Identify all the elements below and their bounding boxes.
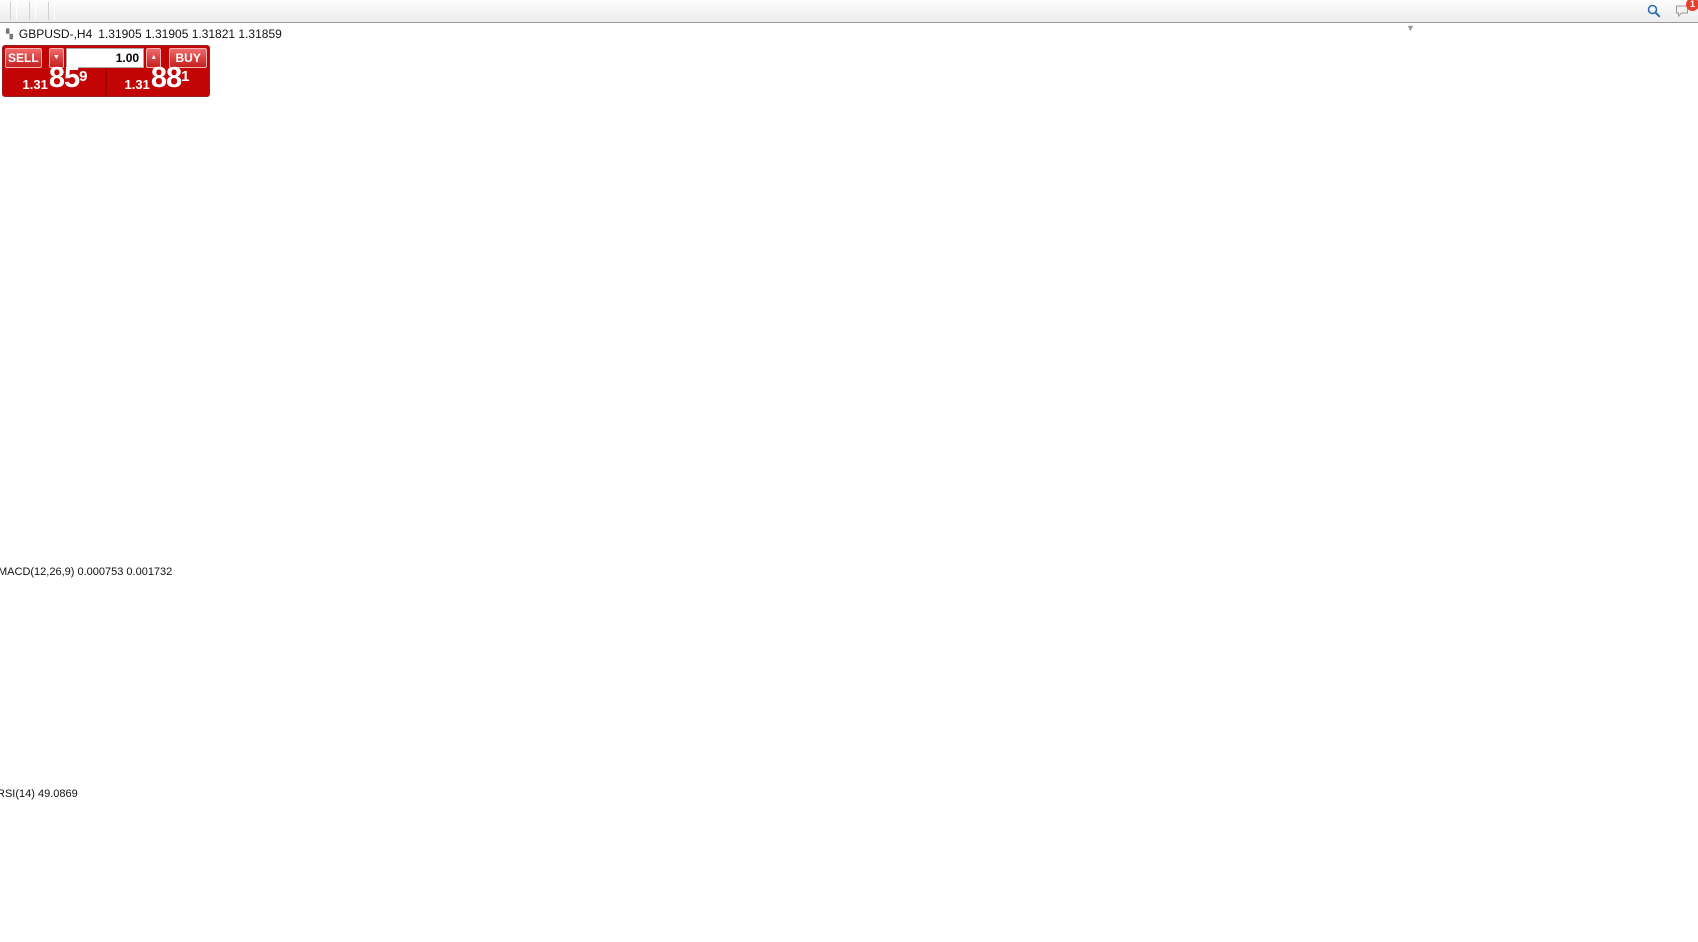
chart-canvas[interactable] xyxy=(0,0,1698,942)
mt4-window: 1 ▚ GBPUSD-,H4 1.31905 1.31905 1.31821 1… xyxy=(0,0,1698,942)
ohlc-values: 1.31905 1.31905 1.31821 1.31859 xyxy=(98,27,282,41)
rsi-label: RSI(14) 49.0869 xyxy=(0,788,78,800)
bid-pip-digit: 9 xyxy=(79,69,87,84)
one-click-trading-panel: SELL ▼ ▲ BUY 1.31 85 9 1.31 88 1 xyxy=(2,45,210,97)
chart-symbol-icon: ▚ xyxy=(6,29,13,40)
bid-big-digits: 85 xyxy=(49,64,79,93)
chart-title: ▚ GBPUSD-,H4 1.31905 1.31905 1.31821 1.3… xyxy=(6,27,282,41)
bid-prefix: 1.31 xyxy=(23,78,48,93)
ask-big-digits: 88 xyxy=(151,64,181,93)
symbol-period-label: GBPUSD-,H4 xyxy=(19,27,92,41)
macd-label: MACD(12,26,9) 0.000753 0.001732 xyxy=(0,566,172,578)
ask-price-display[interactable]: 1.31 88 1 xyxy=(107,68,207,95)
chart-shift-marker[interactable]: ▼ xyxy=(1406,23,1415,33)
bid-price-display[interactable]: 1.31 85 9 xyxy=(5,68,105,95)
sell-button[interactable]: SELL xyxy=(5,48,42,68)
ask-pip-digit: 1 xyxy=(181,69,189,84)
ask-prefix: 1.31 xyxy=(125,78,150,93)
